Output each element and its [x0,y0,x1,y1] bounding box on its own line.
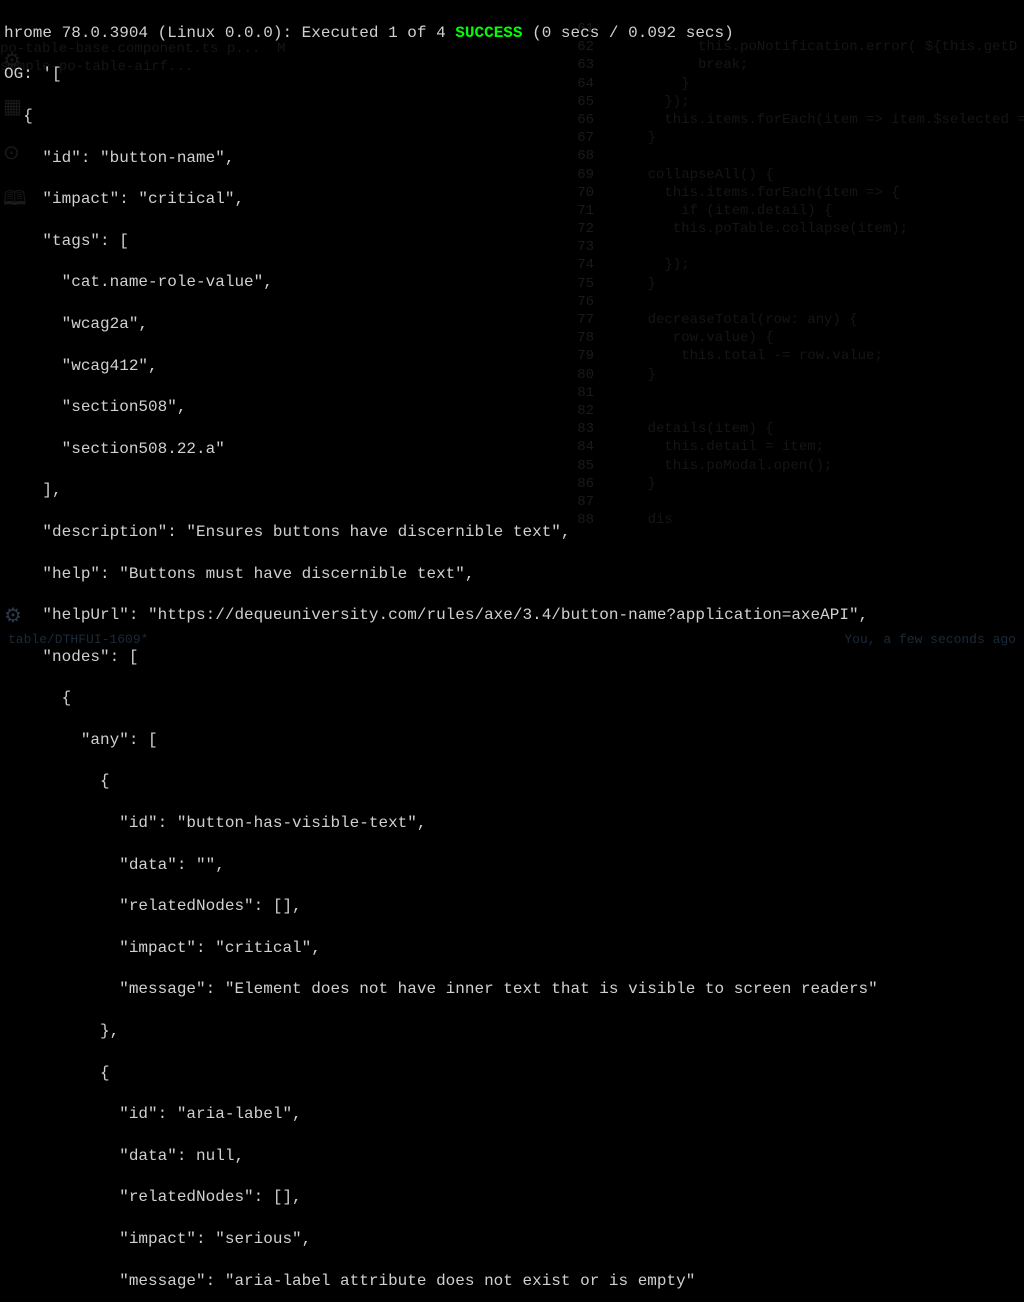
json-line: "wcag2a", [4,314,1020,335]
json-line: { [4,688,1020,709]
log-line: OG: '[ [4,64,1020,85]
json-line: "relatedNodes": [], [4,1187,1020,1208]
terminal-output[interactable]: hrome 78.0.3904 (Linux 0.0.0): Executed … [0,0,1024,1302]
json-line: "message": "aria-label attribute does no… [4,1271,1020,1292]
json-line: "helpUrl": "https://dequeuniversity.com/… [4,605,1020,626]
json-line: "impact": "serious", [4,1229,1020,1250]
json-line: ], [4,480,1020,501]
json-line: { [4,771,1020,792]
json-line: { [4,1063,1020,1084]
json-line: "cat.name-role-value", [4,272,1020,293]
json-line: "any": [ [4,730,1020,751]
json-line: { [4,106,1020,127]
test-runner-header: hrome 78.0.3904 (Linux 0.0.0): Executed … [4,23,1020,44]
json-line: "id": "aria-label", [4,1104,1020,1125]
json-line: }, [4,1021,1020,1042]
json-line: "data": null, [4,1146,1020,1167]
json-line: "section508.22.a" [4,439,1020,460]
json-line: "relatedNodes": [], [4,896,1020,917]
json-line: "nodes": [ [4,647,1020,668]
json-line: "description": "Ensures buttons have dis… [4,522,1020,543]
json-line: "data": "", [4,855,1020,876]
json-line: "id": "button-name", [4,148,1020,169]
json-line: "help": "Buttons must have discernible t… [4,564,1020,585]
success-status: SUCCESS [455,24,522,42]
json-line: "impact": "critical", [4,938,1020,959]
json-line: "section508", [4,397,1020,418]
json-line: "id": "button-has-visible-text", [4,813,1020,834]
json-line: "message": "Element does not have inner … [4,979,1020,1000]
json-line: "impact": "critical", [4,189,1020,210]
json-line: "tags": [ [4,231,1020,252]
json-line: "wcag412", [4,356,1020,377]
